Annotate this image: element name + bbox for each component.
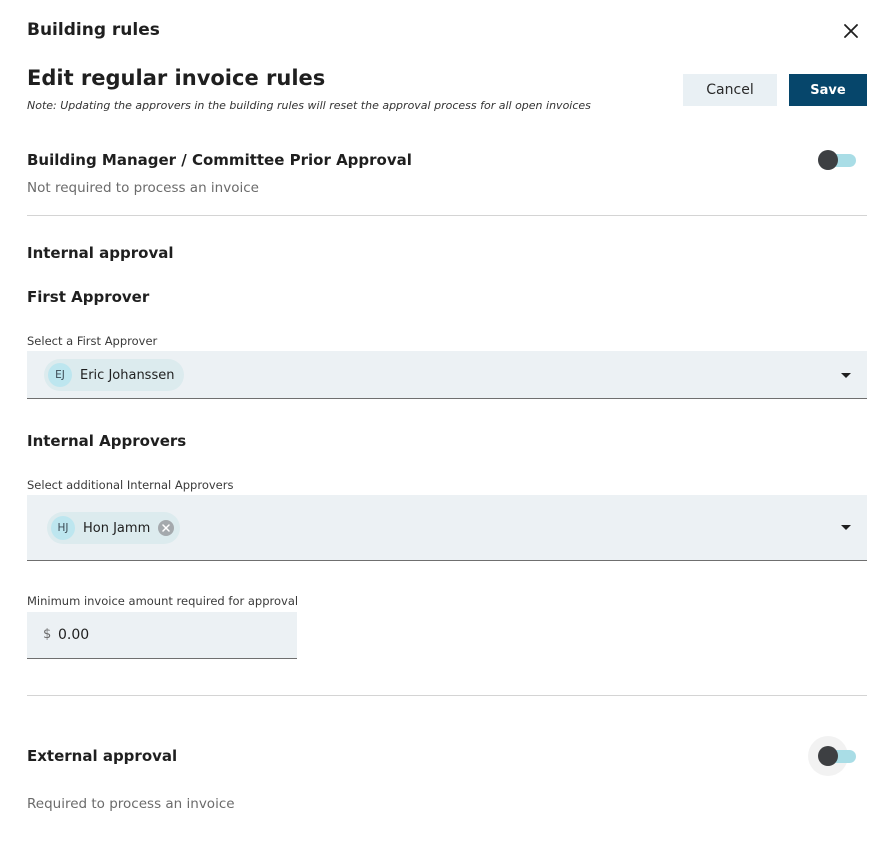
close-button[interactable] (838, 18, 864, 44)
external-approval-status: Required to process an invoice (27, 796, 235, 812)
remove-chip-icon[interactable] (158, 520, 175, 536)
divider (27, 215, 867, 216)
internal-approvers-select[interactable]: HJ Hon Jamm (27, 495, 867, 561)
close-icon (844, 24, 858, 38)
approver-chip: HJ Hon Jamm (47, 512, 181, 544)
prior-approval-status: Not required to process an invoice (27, 180, 259, 196)
currency-symbol: $ (43, 627, 52, 642)
avatar: HJ (51, 516, 75, 540)
minimum-amount-input[interactable] (58, 623, 278, 647)
approver-name: Eric Johanssen (80, 367, 175, 383)
cancel-button[interactable]: Cancel (683, 74, 777, 106)
approver-name: Hon Jamm (83, 520, 151, 536)
toggle-thumb (818, 150, 838, 170)
first-approver-select[interactable]: EJ Eric Johanssen (27, 351, 867, 399)
first-approver-heading: First Approver (27, 288, 150, 306)
close-icon (162, 524, 170, 532)
first-approver-label: Select a First Approver (27, 334, 158, 348)
page-title: Edit regular invoice rules (27, 66, 326, 90)
toggle-thumb (818, 746, 838, 766)
prior-approval-title: Building Manager / Committee Prior Appro… (27, 151, 412, 169)
divider (27, 695, 867, 696)
external-approval-toggle[interactable] (808, 736, 858, 776)
approver-chip: EJ Eric Johanssen (44, 359, 185, 391)
internal-approvers-heading: Internal Approvers (27, 432, 187, 450)
minimum-amount-field[interactable]: $ (27, 612, 297, 659)
internal-approvers-label: Select additional Internal Approvers (27, 478, 234, 492)
prior-approval-toggle[interactable] (818, 149, 858, 171)
chevron-down-icon[interactable] (841, 373, 851, 378)
dialog-title: Building rules (27, 20, 160, 40)
external-approval-title: External approval (27, 747, 178, 765)
minimum-amount-label: Minimum invoice amount required for appr… (27, 594, 299, 608)
save-button[interactable]: Save (789, 74, 867, 106)
avatar: EJ (48, 363, 72, 387)
internal-approval-title: Internal approval (27, 244, 174, 262)
reset-note: Note: Updating the approvers in the buil… (27, 99, 591, 112)
chevron-down-icon[interactable] (841, 525, 851, 530)
